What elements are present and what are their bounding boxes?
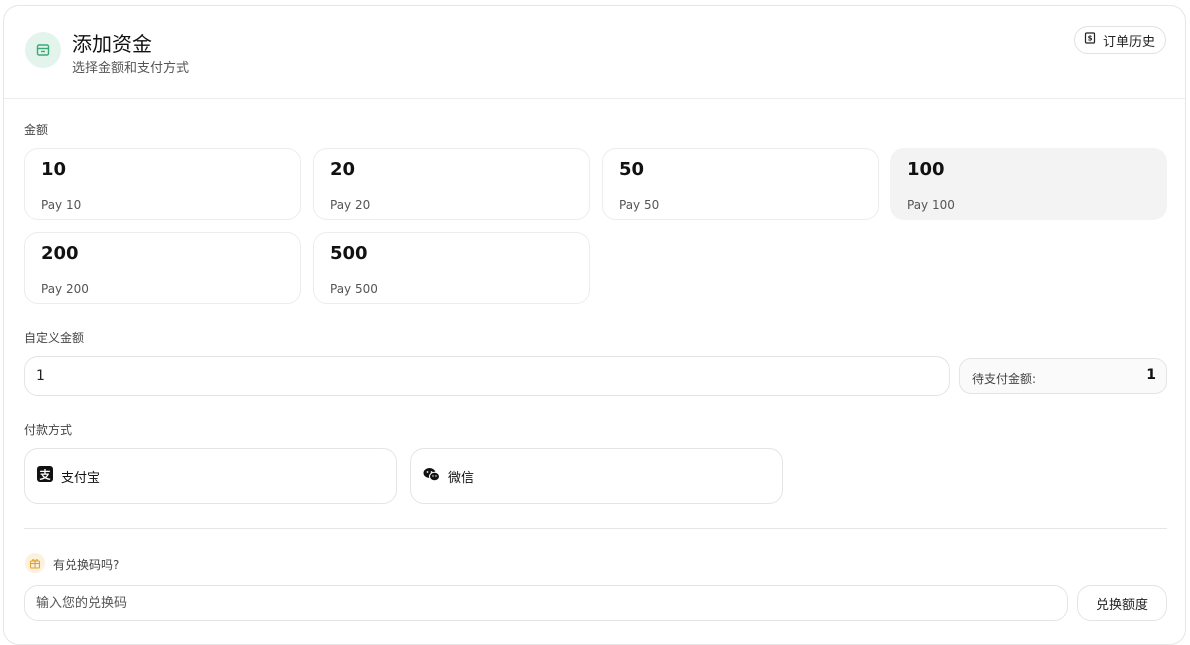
payment-method-label: 支付宝 [61,470,101,486]
amount-option-100[interactable]: 100 Pay 100 [890,148,1167,220]
payment-method-label: 付款方式 [24,423,73,437]
gift-icon [25,553,45,573]
amount-option-500[interactable]: 500 Pay 500 [313,232,590,304]
pending-amount-label: 待支付金额: [972,372,1037,386]
payment-method-alipay[interactable]: 支 支付宝 [24,448,397,504]
wechat-icon [423,467,440,486]
custom-amount-input[interactable] [24,356,950,396]
custom-amount-label: 自定义金额 [24,331,85,345]
redeem-question: 有兑换码吗? [53,558,120,572]
amount-value: 500 [330,243,368,264]
add-funds-card: 添加资金 选择金额和支付方式 $ 订单历史 金额 10 Pay 10 20 Pa… [3,5,1186,645]
card-header: 添加资金 选择金额和支付方式 $ 订单历史 [4,6,1185,99]
amount-value: 200 [41,243,79,264]
amount-sub: Pay 100 [907,198,955,212]
redeem-code-input[interactable] [24,585,1068,621]
pending-amount-value: 1 [1146,367,1156,383]
amount-sub: Pay 50 [619,198,660,212]
amount-sub: Pay 10 [41,198,82,212]
amount-value: 20 [330,159,356,180]
amount-value: 100 [907,159,945,180]
order-history-button[interactable]: $ 订单历史 [1073,26,1166,54]
page-title: 添加资金 [72,32,152,56]
svg-text:支: 支 [39,468,52,482]
amount-option-200[interactable]: 200 Pay 200 [24,232,301,304]
amount-section-label: 金额 [24,123,49,137]
amount-sub: Pay 200 [41,282,89,296]
receipt-icon: $ [1084,32,1096,48]
wallet-icon [25,32,61,68]
redeem-button[interactable]: 兑换额度 [1077,585,1167,621]
amount-option-50[interactable]: 50 Pay 50 [602,148,879,220]
alipay-icon: 支 [37,466,53,486]
amount-sub: Pay 500 [330,282,378,296]
payment-method-wechat[interactable]: 微信 [410,448,783,504]
amount-sub: Pay 20 [330,198,371,212]
pending-amount-box: 待支付金额: 1 [959,358,1167,394]
section-divider [24,528,1167,529]
amount-value: 10 [41,159,67,180]
payment-method-label: 微信 [448,470,475,486]
amount-value: 50 [619,159,645,180]
page-subtitle: 选择金额和支付方式 [72,61,190,76]
amount-option-20[interactable]: 20 Pay 20 [313,148,590,220]
amount-option-10[interactable]: 10 Pay 10 [24,148,301,220]
order-history-label: 订单历史 [1102,34,1155,50]
svg-text:$: $ [1088,35,1093,43]
